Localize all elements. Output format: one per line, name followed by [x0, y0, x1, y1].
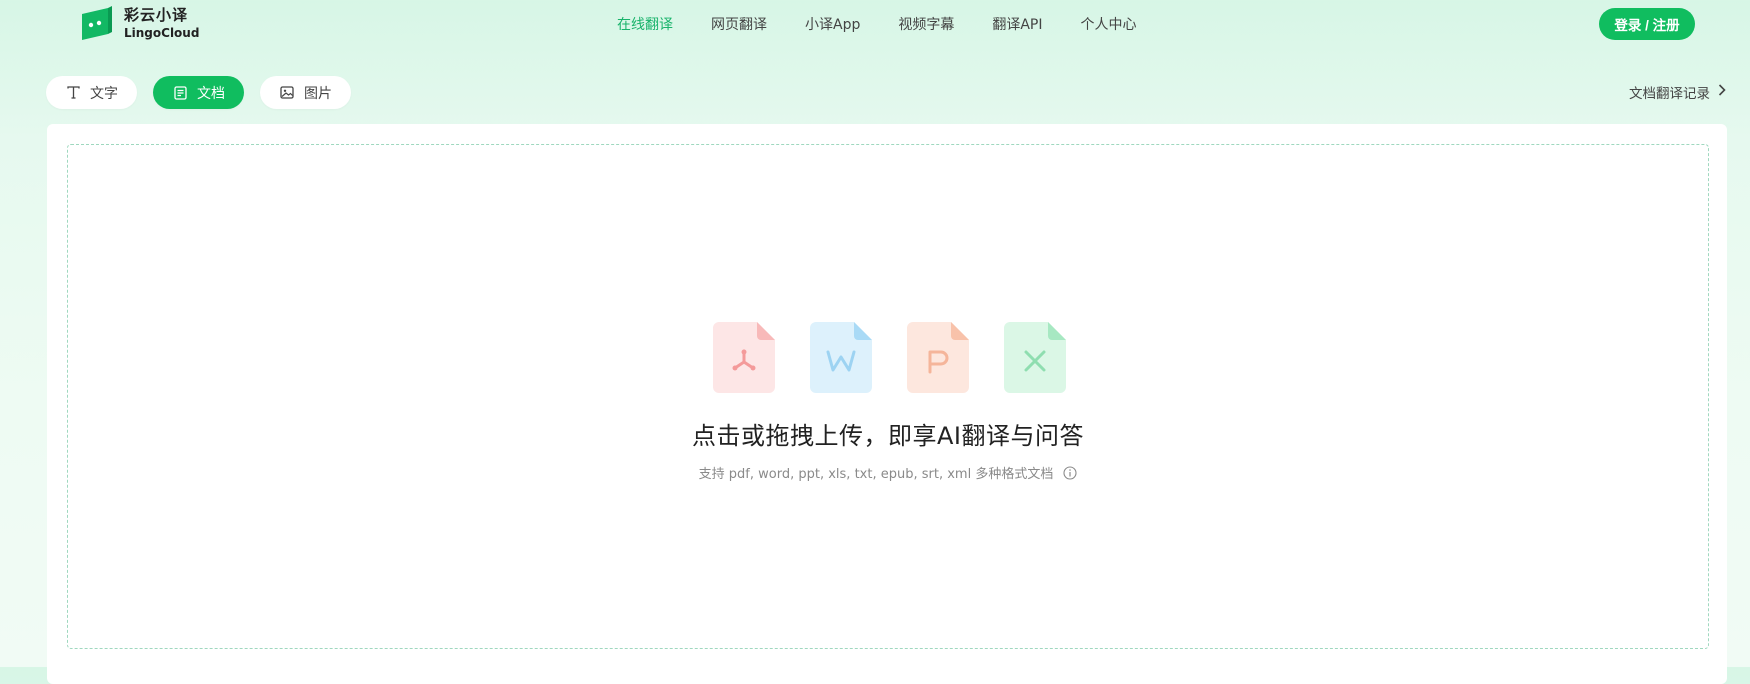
- info-icon[interactable]: [1063, 465, 1077, 480]
- tab-image[interactable]: 图片: [260, 76, 351, 109]
- supported-formats: 支持 pdf, word, ppt, xls, txt, epub, srt, …: [68, 463, 1708, 482]
- document-history-link[interactable]: 文档翻译记录: [1629, 82, 1726, 102]
- supported-formats-text: 支持 pdf, word, ppt, xls, txt, epub, srt, …: [698, 467, 1054, 482]
- nav-web-translate[interactable]: 网页翻译: [711, 12, 767, 38]
- tab-document[interactable]: 文档: [153, 76, 244, 109]
- pdf-icon: [713, 322, 775, 393]
- tab-text[interactable]: 文字: [46, 76, 137, 109]
- header: 彩云小译 LingoCloud 在线翻译 网页翻译 小译App 视频字幕 翻译A…: [0, 0, 1750, 50]
- tab-document-label: 文档: [197, 85, 225, 102]
- nav-app[interactable]: 小译App: [805, 12, 860, 38]
- upload-dropzone[interactable]: 点击或拖拽上传，即享AI翻译与问答 支持 pdf, word, ppt, xls…: [67, 144, 1709, 649]
- excel-icon: [1004, 322, 1066, 393]
- nav-video-subtitles[interactable]: 视频字幕: [898, 12, 954, 38]
- text-icon: [66, 86, 80, 100]
- tab-image-label: 图片: [304, 85, 332, 102]
- logo-subtitle: LingoCloud: [124, 26, 200, 40]
- file-type-icons: [713, 322, 1101, 393]
- nav-online-translate[interactable]: 在线翻译: [617, 12, 673, 38]
- document-icon: [173, 85, 187, 100]
- chevron-right-icon: [1718, 84, 1726, 100]
- main-nav: 在线翻译 网页翻译 小译App 视频字幕 翻译API 个人中心: [617, 12, 1175, 38]
- document-history-label: 文档翻译记录: [1629, 86, 1710, 102]
- nav-profile[interactable]: 个人中心: [1081, 12, 1137, 38]
- upload-headline: 点击或拖拽上传，即享AI翻译与问答: [692, 422, 1084, 450]
- nav-api[interactable]: 翻译API: [992, 12, 1042, 38]
- upload-panel: 点击或拖拽上传，即享AI翻译与问答 支持 pdf, word, ppt, xls…: [47, 124, 1727, 684]
- login-register-button[interactable]: 登录 / 注册: [1599, 8, 1695, 40]
- logo-title: 彩云小译: [124, 6, 189, 24]
- logo-icon: [80, 6, 114, 42]
- logo[interactable]: 彩云小译 LingoCloud: [80, 6, 199, 42]
- mode-tabs: 文字 文档 图片: [46, 76, 367, 109]
- tab-text-label: 文字: [90, 85, 118, 102]
- ppt-icon: [907, 322, 969, 393]
- word-icon: [810, 322, 872, 393]
- image-icon: [280, 86, 294, 100]
